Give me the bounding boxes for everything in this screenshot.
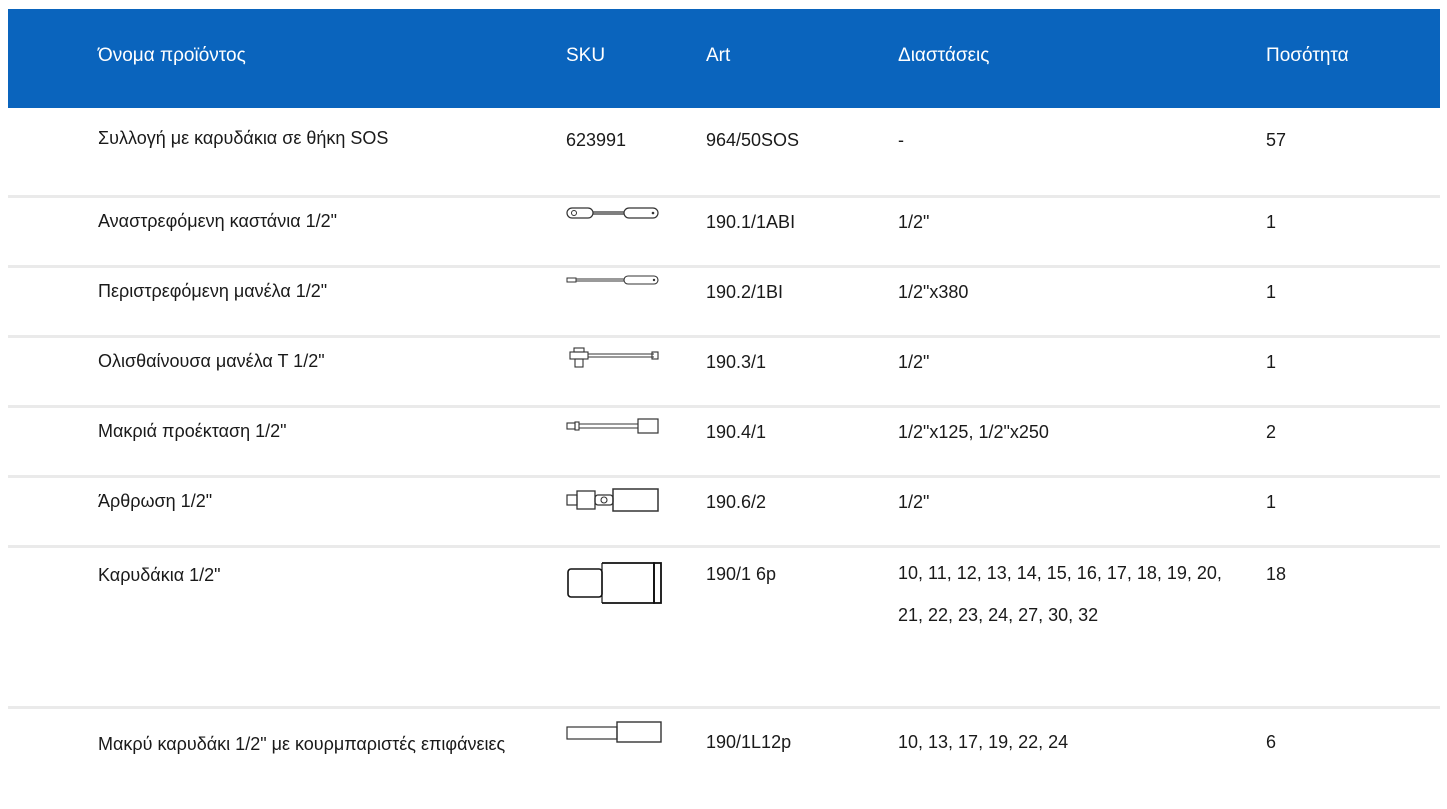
header-dimensions: Διαστάσεις xyxy=(898,45,990,66)
header-sku: SKU xyxy=(566,45,606,66)
product-art: 190.6/2 xyxy=(706,492,767,512)
product-sku: 623991 xyxy=(566,130,627,150)
product-dimensions: 1/2" xyxy=(898,352,930,372)
product-name: Περιστρεφόμενη μανέλα 1/2" xyxy=(98,281,328,301)
product-dimensions: 10, 11, 12, 13, 14, 15, 16, 17, 18, 19, … xyxy=(898,563,1222,625)
extension-bar-icon xyxy=(566,418,660,434)
table-row: Περιστρεφόμενη μανέλα 1/2" 190.2/1BI 1/2… xyxy=(8,268,1440,338)
table-row: Καρυδάκια 1/2" 190/1 6p 10, 11, 12, 13, … xyxy=(8,548,1440,709)
product-art: 190.4/1 xyxy=(706,422,767,442)
product-table: Όνομα προϊόντος SKU Art Διαστάσεις Ποσότ… xyxy=(8,9,1440,804)
product-quantity: 57 xyxy=(1266,130,1287,150)
product-name: Καρυδάκια 1/2" xyxy=(98,565,221,585)
product-art: 190/1L12p xyxy=(706,732,792,752)
table-row: Αναστρεφόμενη καστάνια 1/2" 190.1/1ABI 1… xyxy=(8,198,1440,268)
product-dimensions: 10, 13, 17, 19, 22, 24 xyxy=(898,732,1069,752)
product-quantity: 18 xyxy=(1266,564,1287,584)
product-art: 190.2/1BI xyxy=(706,282,784,302)
swivel-handle-icon xyxy=(566,275,660,285)
product-art: 190.1/1ABI xyxy=(706,212,796,232)
table-header: Όνομα προϊόντος SKU Art Διαστάσεις Ποσότ… xyxy=(8,9,1440,108)
table-row: Μακρύ καρυδάκι 1/2" με κουρμπαριστές επι… xyxy=(8,709,1440,804)
product-dimensions: 1/2" xyxy=(898,492,930,512)
product-art: 964/50SOS xyxy=(706,130,800,150)
product-name: Άρθρωση 1/2" xyxy=(98,491,213,511)
product-quantity: 1 xyxy=(1266,282,1277,302)
product-dimensions: 1/2" xyxy=(898,212,930,232)
product-name: Ολισθαίνουσα μανέλα Τ 1/2" xyxy=(98,351,325,371)
universal-joint-icon xyxy=(566,486,660,514)
header-product-name: Όνομα προϊόντος xyxy=(98,45,246,66)
table-row: Μακριά προέκταση 1/2" 190.4/1 1/2"x125, … xyxy=(8,408,1440,478)
product-art: 190/1 6p xyxy=(706,564,777,584)
table-row: Άρθρωση 1/2" 190.6/2 1/2" 1 xyxy=(8,478,1440,548)
header-art: Art xyxy=(706,45,731,66)
table-row: Συλλογή με καρυδάκια σε θήκη SOS 623991 … xyxy=(8,108,1440,198)
product-name: Μακριά προέκταση 1/2" xyxy=(98,421,287,441)
product-quantity: 1 xyxy=(1266,212,1277,232)
ratchet-icon xyxy=(566,207,660,219)
product-dimensions: - xyxy=(898,130,904,150)
table-row: Ολισθαίνουσα μανέλα Τ 1/2" 190.3/1 1/2" … xyxy=(8,338,1440,408)
deep-socket-icon xyxy=(566,721,664,743)
product-quantity: 2 xyxy=(1266,422,1277,442)
product-quantity: 1 xyxy=(1266,352,1277,372)
product-name: Μακρύ καρυδάκι 1/2" με κουρμπαριστές επι… xyxy=(98,734,506,754)
product-quantity: 1 xyxy=(1266,492,1277,512)
header-quantity: Ποσότητα xyxy=(1266,45,1349,66)
product-name: Αναστρεφόμενη καστάνια 1/2" xyxy=(98,211,338,231)
product-dimensions: 1/2"x380 xyxy=(898,282,969,302)
sliding-t-handle-icon xyxy=(566,347,660,369)
product-name: Συλλογή με καρυδάκια σε θήκη SOS xyxy=(98,128,389,148)
product-quantity: 6 xyxy=(1266,732,1277,752)
socket-icon xyxy=(566,561,664,605)
product-art: 190.3/1 xyxy=(706,352,767,372)
product-dimensions: 1/2"x125, 1/2"x250 xyxy=(898,422,1049,442)
